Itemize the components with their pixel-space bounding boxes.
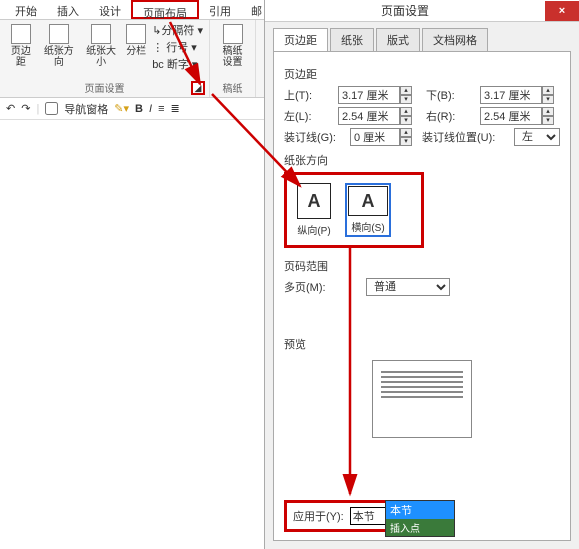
section-preview: 预览 — [284, 336, 560, 352]
align2-icon[interactable]: ≣ — [170, 102, 179, 115]
section-pages: 页码范围 — [284, 258, 560, 274]
dialog-page: 页边距 上(T): ▴▾ 下(B): ▴▾ 左(L): ▴▾ 右(R): ▴▾ … — [273, 51, 571, 541]
dd-opt-section[interactable]: 本节 — [386, 501, 454, 519]
redo-icon[interactable]: ↷ — [21, 102, 30, 115]
orient-landscape[interactable]: A 横向(S) — [345, 183, 391, 237]
apply-to-box: 应用于(Y): 本节 ▼ 本节 插入点 — [284, 500, 429, 532]
opt-line-numbers[interactable]: ⋮ 行号 ▾ — [152, 39, 203, 55]
format-icon[interactable]: ✎▾ — [114, 102, 129, 115]
orient-portrait[interactable]: A 纵向(P) — [297, 183, 331, 237]
page-setup-dialog-launcher[interactable]: ◢ — [191, 81, 205, 95]
spin-up-icon[interactable]: ▴ — [400, 86, 412, 95]
dd-insert-point[interactable]: 插入点 — [386, 519, 454, 536]
section-margins: 页边距 — [284, 66, 560, 82]
gutter-spin[interactable]: ▴▾ — [350, 128, 412, 146]
left-spin[interactable]: ▴▾ — [338, 107, 412, 125]
preview-box — [372, 360, 472, 438]
align-icon[interactable]: ≡ — [158, 103, 164, 115]
bottom-spin[interactable]: ▴▾ — [480, 86, 554, 104]
draft-icon — [223, 24, 243, 44]
italic-button[interactable]: I — [149, 103, 152, 115]
btn-size[interactable]: 纸张大小 — [82, 22, 120, 70]
dialog-titlebar: 页面设置 × — [265, 0, 579, 22]
section-orientation: 纸张方向 — [284, 152, 560, 168]
btn-columns[interactable]: 分栏 — [124, 22, 148, 59]
left-label: 左(L): — [284, 108, 332, 124]
page-setup-dialog: 页面设置 × 页边距 纸张 版式 文档网格 页边距 上(T): ▴▾ 下(B):… — [264, 0, 579, 549]
btn-margins[interactable]: 页边距 — [6, 22, 36, 70]
gutter-label: 装订线(G): — [284, 129, 344, 145]
bottom-label: 下(B): — [426, 87, 474, 103]
group-page-setup: 页边距 纸张方向 纸张大小 分栏 ↳分隔符 ▾ ⋮ 行号 ▾ bc 断字 ▾ 页… — [0, 20, 210, 97]
multipage-label: 多页(M): — [284, 279, 338, 295]
btn-orientation[interactable]: 纸张方向 — [40, 22, 78, 70]
tab-page-layout[interactable]: 页面布局 — [131, 0, 199, 19]
apply-label: 应用于(Y): — [293, 508, 344, 524]
gutterpos-label: 装订线位置(U): — [422, 129, 508, 145]
page-setup-options: ↳分隔符 ▾ ⋮ 行号 ▾ bc 断字 ▾ — [152, 22, 203, 72]
tab-home[interactable]: 开始 — [5, 0, 47, 19]
group-title-page-setup: 页面设置 — [85, 80, 125, 97]
size-icon — [91, 24, 111, 44]
spin-down-icon[interactable]: ▾ — [400, 95, 412, 104]
opt-breaks[interactable]: ↳分隔符 ▾ — [152, 22, 203, 38]
right-input[interactable] — [480, 107, 542, 125]
bold-button[interactable]: B — [135, 103, 143, 115]
top-spin[interactable]: ▴▾ — [338, 86, 412, 104]
portrait-icon: A — [297, 183, 331, 219]
tab-design[interactable]: 设计 — [89, 0, 131, 19]
right-label: 右(R): — [426, 108, 474, 124]
nav-pane-checkbox[interactable] — [45, 102, 58, 115]
btn-draft[interactable]: 稿纸 设置 — [221, 22, 245, 70]
undo-icon[interactable]: ↶ — [6, 102, 15, 115]
gutterpos-select[interactable]: 左 — [514, 128, 560, 146]
left-input[interactable] — [338, 107, 400, 125]
orientation-icon — [49, 24, 69, 44]
close-button[interactable]: × — [545, 1, 579, 21]
bottom-input[interactable] — [480, 86, 542, 104]
group-title-draft: 稿纸 — [223, 80, 243, 97]
apply-dropdown: 本节 插入点 — [385, 500, 455, 537]
dialog-tabs: 页边距 纸张 版式 文档网格 — [265, 22, 579, 51]
columns-icon — [126, 24, 146, 44]
nav-pane-label: 导航窗格 — [64, 101, 108, 117]
margins-icon — [11, 24, 31, 44]
document-area[interactable] — [0, 120, 262, 549]
group-draft: 稿纸 设置 稿纸 — [210, 20, 256, 97]
dialog-title: 页面设置 — [265, 2, 545, 19]
tab-references[interactable]: 引用 — [199, 0, 241, 19]
gutter-input[interactable] — [350, 128, 400, 146]
orientation-box: A 纵向(P) A 横向(S) — [284, 172, 424, 248]
top-input[interactable] — [338, 86, 400, 104]
top-label: 上(T): — [284, 87, 332, 103]
opt-hyphenation[interactable]: bc 断字 ▾ — [152, 56, 203, 72]
multipage-select[interactable]: 普通 — [366, 278, 450, 296]
dtab-margins[interactable]: 页边距 — [273, 28, 328, 51]
landscape-icon: A — [348, 186, 388, 216]
tab-insert[interactable]: 插入 — [47, 0, 89, 19]
dtab-paper[interactable]: 纸张 — [330, 28, 374, 51]
dtab-grid[interactable]: 文档网格 — [422, 28, 488, 51]
dtab-layout[interactable]: 版式 — [376, 28, 420, 51]
right-spin[interactable]: ▴▾ — [480, 107, 554, 125]
